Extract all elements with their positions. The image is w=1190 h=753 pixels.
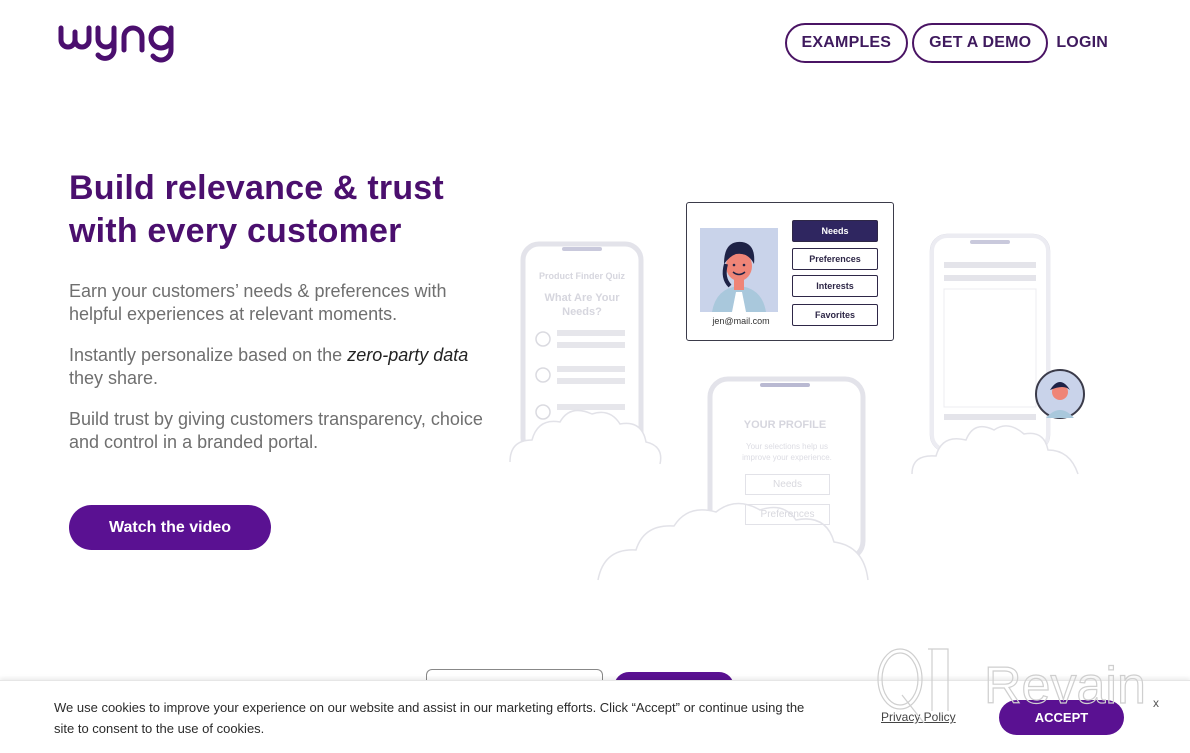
hero-paragraph-trust: Build trust by giving customers transpar… [69,409,483,452]
tag-favorites: Favorites [792,304,878,326]
quiz-title: Product Finder Quiz [538,271,625,281]
cookie-banner: We use cookies to improve your experienc… [0,680,1190,753]
content-phone-illustration [929,233,1051,453]
profile-email: jen@mail.com [712,316,770,326]
profile-phone-needs: Needs [745,474,830,495]
privacy-policy-link[interactable]: Privacy Policy [881,710,956,724]
profile-phone-preferences: Preferences [745,504,830,525]
zero-party-data-emphasis: zero-party data [347,345,469,365]
login-link[interactable]: LOGIN [1052,34,1108,52]
cookie-message: We use cookies to improve your experienc… [54,700,805,736]
wyng-logo[interactable] [58,12,204,68]
p2-text-before: Instantly personalize based on the [69,345,348,365]
hero-headline: Build relevance & trust with every custo… [69,169,444,250]
avatar-bubble-illustration [1035,369,1085,419]
quiz-question: What Are Your Needs? [544,292,620,318]
profile-phone-title: YOUR PROFILE [743,419,827,431]
hero-paragraph-needs: Earn your customers’ needs & preferences… [69,281,447,324]
examples-button[interactable]: EXAMPLES [784,23,909,63]
person-avatar-icon [712,241,766,312]
get-a-demo-button[interactable]: GET A DEMO [912,23,1049,63]
page: EXAMPLES GET A DEMO LOGIN Build relevanc… [0,0,1190,753]
tag-preferences: Preferences [792,248,878,270]
top-nav: EXAMPLES GET A DEMO LOGIN [784,23,1108,63]
accept-cookies-button[interactable]: ACCEPT [999,700,1124,735]
p2-text-after: they share. [69,368,159,388]
tag-needs: Needs [792,220,878,242]
close-icon[interactable]: x [1153,696,1159,710]
watch-video-button[interactable]: Watch the video [69,505,271,550]
avatar-jen [700,228,778,312]
hero-paragraph-personalize: Instantly personalize based on the zero-… [69,344,489,390]
profile-phone-subtitle: Your selections help us improve your exp… [742,442,832,462]
tag-interests: Interests [792,275,878,297]
profile-card: jen@mail.com Needs Preferences Interests… [686,202,894,341]
wyng-logo-mark [58,25,174,63]
